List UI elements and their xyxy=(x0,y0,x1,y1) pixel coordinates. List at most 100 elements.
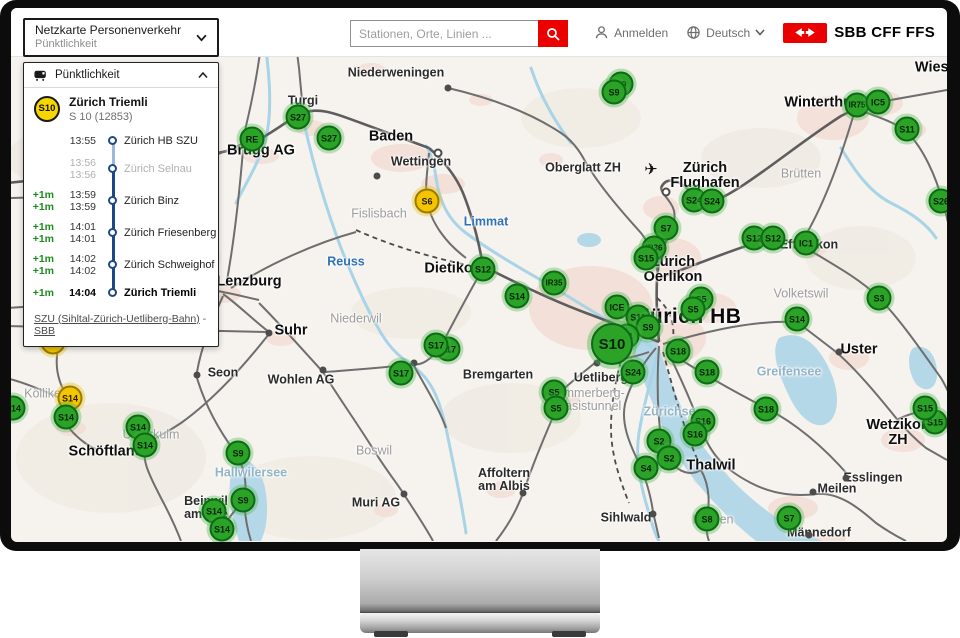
train-marker-s27[interactable]: S27 xyxy=(317,126,342,151)
stop-time: 13:55 xyxy=(58,135,96,147)
monitor-base xyxy=(360,613,600,633)
station-dot xyxy=(445,85,452,92)
train-marker-s9[interactable]: S9 xyxy=(231,488,256,513)
map-label: Wohlen AG xyxy=(268,373,335,386)
train-marker-s7[interactable]: S7 xyxy=(777,506,802,531)
stop-delay: +1m+1m xyxy=(24,189,54,213)
train-marker-s11[interactable]: S11 xyxy=(895,117,920,142)
stop-time: 13:5913:59 xyxy=(58,189,96,213)
language-selector[interactable]: Deutsch xyxy=(686,25,765,40)
chevron-down-icon xyxy=(755,29,765,36)
layer-dropdown-title: Netzkarte Personenverkehr xyxy=(35,23,196,38)
panel-title: Pünktlichkeit xyxy=(55,69,191,81)
train-marker-s17[interactable]: S17 xyxy=(424,333,449,358)
train-marker-ic1[interactable]: IC1 xyxy=(794,231,819,256)
chevron-down-icon xyxy=(196,34,207,42)
train-marker-s18[interactable]: S18 xyxy=(754,397,779,422)
map-label: Männedorf xyxy=(787,526,851,539)
stop-name: Zürich Selnau xyxy=(124,163,192,175)
sbb-link[interactable]: SBB xyxy=(34,325,55,337)
train-meta: S 10 (12853) xyxy=(69,111,148,123)
station-dot xyxy=(650,511,657,518)
stop-node xyxy=(108,228,117,237)
map-label: Wettingen xyxy=(391,155,451,168)
train-marker-ic5[interactable]: IC5 xyxy=(866,90,891,115)
train-marker-s8[interactable]: S8 xyxy=(695,507,720,532)
train-marker-re[interactable]: RE xyxy=(240,127,265,152)
train-marker-s17[interactable]: S17 xyxy=(389,361,414,386)
map-label: Wiesendangen xyxy=(915,60,947,75)
map-label: Sihlwald xyxy=(601,511,652,524)
train-marker-s18[interactable]: S18 xyxy=(666,339,691,364)
header-right-controls: Anmelden Deutsch xyxy=(594,8,935,57)
stop-node xyxy=(108,136,117,145)
train-marker-s9[interactable]: S9 xyxy=(226,441,251,466)
train-marker-s3[interactable]: S3 xyxy=(867,286,892,311)
train-marker-s5[interactable]: S5 xyxy=(544,396,569,421)
monitor-foot-left xyxy=(374,631,408,637)
layer-dropdown-subtitle: Pünktlichkeit xyxy=(35,38,196,51)
train-marker-s16[interactable]: S16 xyxy=(683,422,708,447)
train-marker-s15[interactable]: S15 xyxy=(913,396,938,421)
train-marker-s10[interactable]: S10 xyxy=(591,323,633,365)
search-icon xyxy=(546,27,560,41)
train-title-block: Zürich Triemli S 10 (12853) xyxy=(69,95,148,123)
map-label: Brütten xyxy=(781,167,821,180)
search-button[interactable] xyxy=(538,20,568,47)
train-marker-s6[interactable]: S6 xyxy=(415,189,440,214)
map-label: Oberglatt ZH xyxy=(545,161,621,174)
train-marker-s15[interactable]: S15 xyxy=(634,246,659,271)
train-marker-s18[interactable]: S18 xyxy=(695,360,720,385)
train-marker-s14[interactable]: S14 xyxy=(133,433,158,458)
train-marker-s14[interactable]: S14 xyxy=(210,517,235,542)
login-label: Anmelden xyxy=(614,26,668,40)
stop-node xyxy=(108,288,117,297)
layer-dropdown-text: Netzkarte Personenverkehr Pünktlichkeit xyxy=(35,23,196,51)
stop-name: Zürich HB SZU xyxy=(124,135,198,147)
map-label: Lenzburg xyxy=(216,274,281,289)
panel-header[interactable]: Pünktlichkeit xyxy=(24,63,218,88)
train-marker-s5[interactable]: S5 xyxy=(681,297,706,322)
train-marker-s24[interactable]: S24 xyxy=(700,189,725,214)
train-marker-s14[interactable]: S14 xyxy=(785,307,810,332)
layer-dropdown[interactable]: Netzkarte Personenverkehr Pünktlichkeit xyxy=(23,18,219,57)
train-marker-s9[interactable]: S9 xyxy=(602,80,627,105)
train-marker-s14[interactable]: S14 xyxy=(505,284,530,309)
map-label: Niederweningen xyxy=(348,66,445,79)
train-marker-s14[interactable]: S14 xyxy=(54,405,79,430)
stop-time: 14:04 xyxy=(58,287,96,299)
logo-text: SBB CFF FFS xyxy=(834,24,935,41)
train-marker-s12[interactable]: S12 xyxy=(761,226,786,251)
map-label: Muri AG xyxy=(352,496,400,509)
stop-node xyxy=(108,260,117,269)
train-marker-ir35[interactable]: IR35 xyxy=(542,271,567,296)
search-input[interactable] xyxy=(350,20,538,47)
train-marker-s12[interactable]: S12 xyxy=(471,257,496,282)
map-label: Niederwil xyxy=(330,312,381,325)
map-label: Suhr xyxy=(274,323,307,338)
map-label: Seon xyxy=(208,366,239,379)
sbb-logo[interactable]: SBB CFF FFS xyxy=(783,23,935,43)
train-marker-s4[interactable]: S4 xyxy=(634,456,659,481)
stop-delay: +1m+1m xyxy=(24,221,54,245)
login-button[interactable]: Anmelden xyxy=(594,25,668,40)
map-label: Reuss xyxy=(327,255,365,268)
footer-separator: - xyxy=(200,313,206,325)
train-marker-s27[interactable]: S27 xyxy=(286,105,311,130)
stop-name: Zürich Triemli xyxy=(124,287,196,299)
map-label: Thalwil xyxy=(686,458,735,473)
desktop-scene: NiederweningenTurgiBrugg AGBadenWettinge… xyxy=(0,0,960,638)
train-marker-s26[interactable]: S26 xyxy=(929,189,948,214)
train-marker-s2[interactable]: S2 xyxy=(657,446,682,471)
stops-timeline: 13:55Zürich HB SZU13:5613:56Zürich Selna… xyxy=(24,129,218,305)
map-label: Limmat xyxy=(464,215,508,228)
operator-link[interactable]: SZU (Sihltal-Zürich-Uetliberg-Bahn) xyxy=(34,313,200,325)
train-line-badge: S10 xyxy=(34,96,60,122)
chevron-up-icon xyxy=(198,72,208,79)
train-marker-s24[interactable]: S24 xyxy=(621,360,646,385)
stop-row: 13:55 Zürich HB SZU xyxy=(24,129,218,153)
train-name: Zürich Triemli xyxy=(69,95,148,111)
monitor-foot-right xyxy=(552,631,586,637)
stop-name: Zürich Friesenberg xyxy=(124,227,216,239)
panel-footer: SZU (Sihltal-Zürich-Uetliberg-Bahn) - SB… xyxy=(24,305,218,346)
